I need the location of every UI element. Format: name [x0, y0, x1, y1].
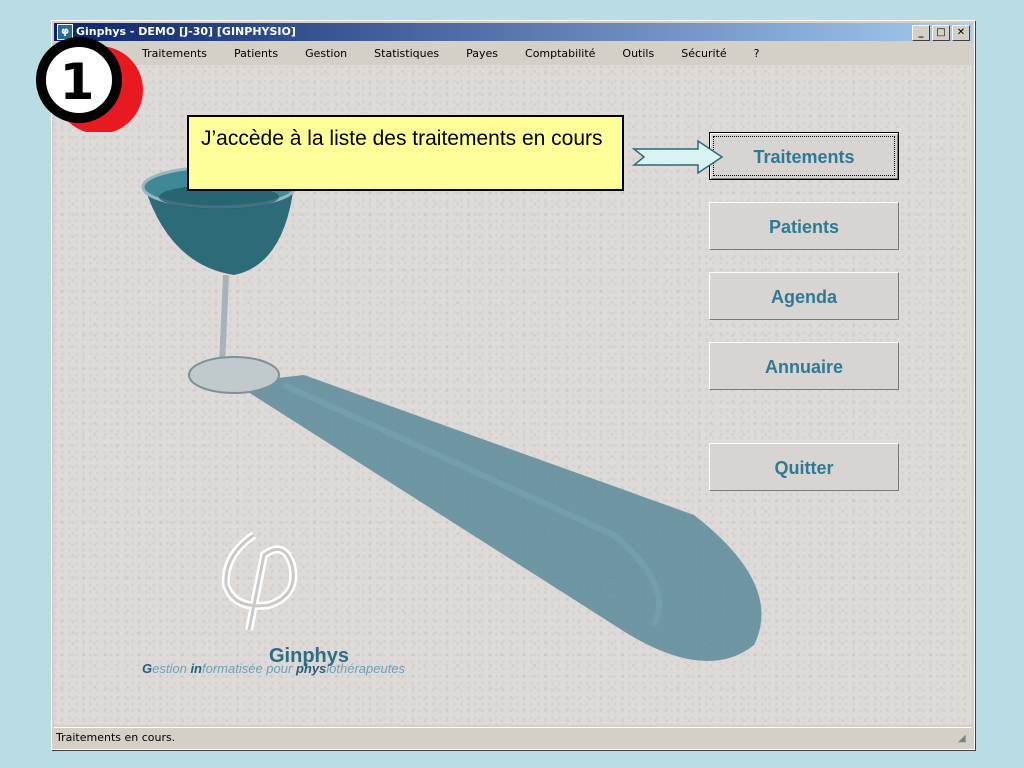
ginphys-logo-icon — [221, 531, 298, 631]
menu-gestion[interactable]: Gestion — [305, 47, 347, 60]
menu-outils[interactable]: Outils — [622, 47, 654, 60]
menu-traitements[interactable]: Traitements — [142, 47, 207, 60]
maximize-button[interactable]: □ — [932, 25, 950, 41]
minimize-button[interactable]: _ — [912, 25, 930, 41]
menu-securite[interactable]: Sécurité — [681, 47, 726, 60]
logo-tagline: Gestion informatisée pour physiothérapeu… — [142, 661, 406, 676]
patients-button[interactable]: Patients — [709, 202, 899, 250]
status-text: Traitements en cours. — [56, 731, 176, 744]
step-number-badge: 1 — [36, 37, 143, 132]
title-bar[interactable]: φ Ginphys - DEMO [J-30] [GINPHYSIO] _ □ … — [54, 23, 972, 41]
instruction-callout: J’accède à la liste des traitements en c… — [187, 115, 624, 191]
quitter-button[interactable]: Quitter — [709, 443, 899, 491]
menu-patients[interactable]: Patients — [234, 47, 278, 60]
annuaire-button[interactable]: Annuaire — [709, 342, 899, 390]
status-bar: Traitements en cours. ◢ — [54, 727, 972, 747]
agenda-button[interactable]: Agenda — [709, 272, 899, 320]
menu-help[interactable]: ? — [754, 47, 760, 60]
arrow-right-icon — [632, 139, 724, 175]
window-controls: _ □ ✕ — [912, 25, 970, 41]
step-number: 1 — [60, 53, 95, 111]
traitements-button[interactable]: Traitements — [709, 132, 899, 180]
menu-statistiques[interactable]: Statistiques — [374, 47, 439, 60]
menu-comptabilite[interactable]: Comptabilité — [525, 47, 595, 60]
close-button[interactable]: ✕ — [952, 25, 970, 41]
resize-grip-icon[interactable]: ◢ — [958, 733, 970, 745]
menu-bar: Traitements Patients Gestion Statistique… — [54, 42, 972, 64]
menu-payes[interactable]: Payes — [466, 47, 498, 60]
